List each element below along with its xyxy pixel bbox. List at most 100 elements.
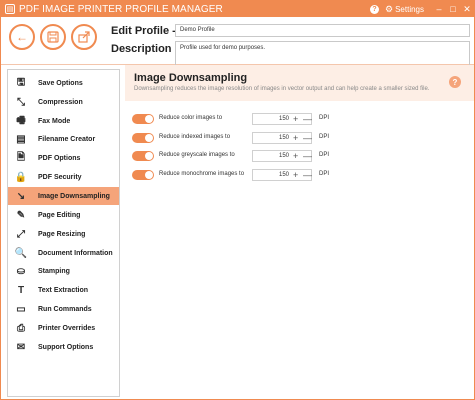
downsample-row-greyscale: Reduce greyscale images to 150 + — DPI (132, 149, 462, 163)
run-commands-icon: ▭ (16, 303, 26, 315)
sidebar-item-label: Stamping (38, 267, 70, 275)
sidebar-item-save-options[interactable]: 🖫 Save Options (8, 74, 119, 92)
help-icon[interactable]: ? (370, 4, 380, 14)
sidebar-item-label: Compression (38, 98, 83, 106)
help-icon[interactable]: ? (449, 76, 461, 88)
dpi-unit: DPI (319, 115, 330, 121)
app-window: ▤ PDF IMAGE PRINTER PROFILE MANAGER ? ⚙ … (0, 0, 475, 400)
profile-header: ← Edit Profile - Description Demo Profil… (1, 17, 474, 78)
toggle-knob (145, 115, 153, 123)
back-button[interactable]: ← (9, 24, 35, 50)
sidebar-item-label: Filename Creator (38, 135, 96, 143)
stamp-icon: ⛀ (16, 265, 26, 277)
sidebar-item-label: Page Editing (38, 211, 81, 219)
export-button[interactable] (71, 24, 97, 50)
description-label: Description (111, 43, 172, 55)
plus-icon[interactable]: + (293, 151, 298, 161)
sidebar-item-text-extraction[interactable]: T Text Extraction (8, 281, 119, 299)
app-icon: ▤ (5, 4, 15, 14)
text-extraction-icon: T (17, 284, 25, 296)
sidebar-item-label: Save Options (38, 79, 83, 87)
downsample-row-indexed: Reduce indexed images to 150 + — DPI (132, 131, 462, 145)
plus-icon[interactable]: + (293, 170, 298, 180)
settings-button[interactable]: Settings (395, 5, 424, 14)
sidebar-item-label: PDF Options (38, 154, 81, 162)
sidebar-item-label: Image Downsampling (38, 192, 110, 200)
page-resizing-icon: ⤢ (17, 228, 25, 240)
toggle-knob (145, 152, 153, 160)
sidebar-item-printer-overrides[interactable]: ⎙ Printer Overrides (8, 319, 119, 337)
dpi-value: 150 (278, 135, 289, 141)
sidebar-item-run-commands[interactable]: ▭ Run Commands (8, 300, 119, 318)
monochrome-toggle[interactable] (132, 170, 154, 180)
greyscale-dpi-input[interactable]: 150 + — (252, 150, 312, 162)
dpi-value: 150 (278, 172, 289, 178)
gear-icon[interactable]: ⚙ (385, 4, 393, 15)
downsampling-icon: ↘ (16, 190, 26, 202)
plus-icon[interactable]: + (293, 114, 298, 124)
minimize-button[interactable]: – (432, 4, 446, 14)
sidebar-item-page-editing[interactable]: ✎ Page Editing (8, 206, 119, 224)
arrow-left-icon: ← (16, 30, 28, 44)
indexed-toggle[interactable] (132, 133, 154, 143)
page-editing-icon: ✎ (16, 209, 26, 221)
color-dpi-input[interactable]: 150 + — (252, 113, 312, 125)
close-button[interactable]: ✕ (460, 4, 474, 15)
row-label: Reduce color images to (159, 115, 223, 121)
dpi-unit: DPI (319, 134, 330, 140)
sidebar-item-filename-creator[interactable]: ▤ Filename Creator (8, 130, 119, 148)
sidebar-item-pdf-security[interactable]: 🔒 PDF Security (8, 168, 119, 186)
title-bar-controls: ? ⚙ Settings – □ ✕ (370, 1, 474, 17)
minus-icon[interactable]: — (303, 114, 312, 124)
dpi-unit: DPI (319, 152, 330, 158)
monochrome-dpi-input[interactable]: 150 + — (252, 169, 312, 181)
dpi-unit: DPI (319, 171, 330, 177)
sidebar-item-label: Fax Mode (38, 117, 71, 125)
sidebar-item-compression[interactable]: ⤡ Compression (8, 93, 119, 111)
compression-icon: ⤡ (17, 96, 25, 108)
downsample-row-monochrome: Reduce monochrome images to 150 + — DPI (132, 168, 462, 182)
sidebar-item-label: Run Commands (38, 305, 92, 313)
maximize-button[interactable]: □ (446, 4, 460, 14)
sidebar-item-label: Page Resizing (38, 230, 86, 238)
dpi-value: 150 (278, 153, 289, 159)
sidebar-item-image-downsampling[interactable]: ↘ Image Downsampling (8, 187, 119, 205)
filename-icon: ▤ (16, 133, 26, 145)
panel-title: Image Downsampling (134, 72, 248, 84)
sidebar-item-stamping[interactable]: ⛀ Stamping (8, 262, 119, 280)
edit-profile-label: Edit Profile - (111, 25, 176, 37)
title-bar: ▤ PDF IMAGE PRINTER PROFILE MANAGER ? ⚙ … (1, 1, 474, 17)
window-title: PDF IMAGE PRINTER PROFILE MANAGER (19, 3, 223, 15)
sidebar-item-document-information[interactable]: 🔍 Document Information (8, 244, 119, 262)
indexed-dpi-input[interactable]: 150 + — (252, 132, 312, 144)
row-label: Reduce monochrome images to (159, 171, 245, 177)
minus-icon[interactable]: — (303, 151, 312, 161)
options-sidebar: 🖫 Save Options ⤡ Compression 🖷 Fax Mode … (7, 69, 120, 397)
floppy-disk-icon (47, 31, 59, 43)
sidebar-item-label: Printer Overrides (38, 324, 96, 332)
sidebar-item-label: PDF Security (38, 173, 82, 181)
save-options-icon: 🖫 (16, 76, 26, 88)
sidebar-item-fax-mode[interactable]: 🖷 Fax Mode (8, 112, 119, 130)
plus-icon[interactable]: + (293, 133, 298, 143)
minus-icon[interactable]: — (303, 170, 312, 180)
sidebar-item-label: Text Extraction (38, 286, 89, 294)
document-info-icon: 🔍 (14, 247, 28, 259)
color-toggle[interactable] (132, 114, 154, 124)
export-icon (78, 31, 90, 43)
downsample-row-color: Reduce color images to 150 + — DPI (132, 112, 462, 126)
dpi-value: 150 (278, 116, 289, 122)
sidebar-item-pdf-options[interactable]: 🗎 PDF Options (8, 149, 119, 167)
sidebar-item-support-options[interactable]: ✉ Support Options (8, 338, 119, 356)
minus-icon[interactable]: — (303, 133, 312, 143)
greyscale-toggle[interactable] (132, 151, 154, 161)
row-label: Reduce indexed images to (159, 134, 231, 140)
sidebar-item-page-resizing[interactable]: ⤢ Page Resizing (8, 225, 119, 243)
printer-overrides-icon: ⎙ (17, 322, 25, 334)
downsampling-panel: Image Downsampling Downsampling reduces … (125, 65, 474, 399)
toggle-knob (145, 171, 153, 179)
row-label: Reduce greyscale images to (159, 152, 235, 158)
toggle-knob (145, 134, 153, 142)
save-button[interactable] (40, 24, 66, 50)
profile-name-input[interactable]: Demo Profile (175, 24, 470, 37)
